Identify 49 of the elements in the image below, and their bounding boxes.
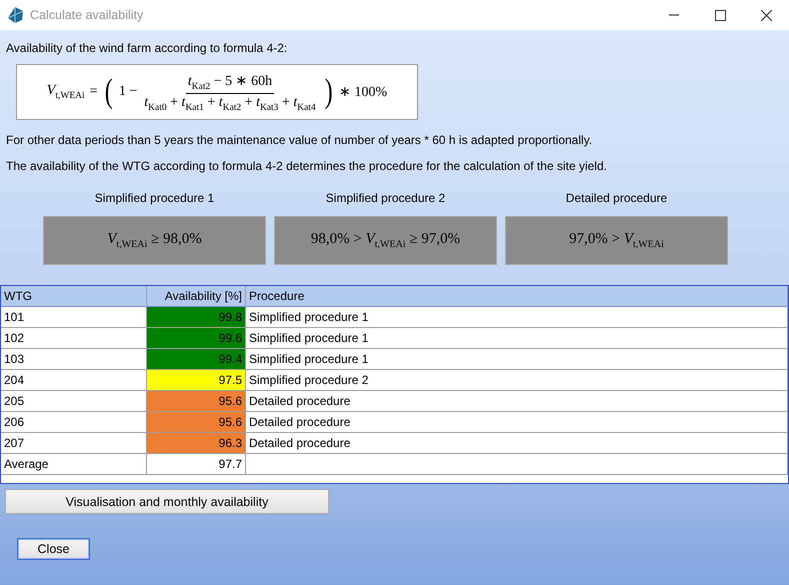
procedure-condition: 97,0% > V$_{t,WEAi}$	[505, 216, 728, 265]
table-cell: 207	[1, 433, 147, 454]
column-header[interactable]: WTG	[1, 286, 147, 307]
table-cell: 99.8	[147, 307, 246, 328]
fraction-numerator: t$_{Kat2}$ − 5 ∗ 60h	[186, 72, 274, 94]
formula-term: 1 −	[118, 84, 138, 100]
procedure-title: Simplified procedure 2	[326, 191, 446, 205]
table-cell: 99.6	[147, 328, 246, 349]
note-text: For other data periods than 5 years the maintenance value of number of years * 60 h is adapted proportionally.	[5, 132, 594, 149]
table-cell: 97.7	[147, 454, 246, 475]
table-cell: 97.5	[147, 370, 246, 391]
table-cell: Simplified procedure 1	[246, 328, 788, 349]
procedure-title: Simplified procedure 1	[94, 191, 214, 205]
table-cell: 205	[1, 391, 147, 412]
column-header[interactable]: Availability [%]	[147, 286, 246, 307]
equals-sign: =	[90, 84, 98, 100]
table-cell: 102	[1, 328, 147, 349]
table-cell: 204	[1, 370, 147, 391]
table-cell: Detailed procedure	[246, 391, 788, 412]
close-icon	[760, 10, 772, 20]
table-cell: 96.3	[147, 433, 246, 454]
procedure-condition: V$_{t,WEAi}$ ≥ 98,0%	[43, 216, 266, 265]
table-cell: 95.6	[147, 412, 246, 433]
formula-term: ∗ 100%	[339, 84, 388, 101]
table-cell: Simplified procedure 1	[246, 349, 788, 370]
close-parenthesis: )	[324, 75, 332, 109]
table-cell: 101	[1, 307, 147, 328]
intro-text: Availability of the wind farm according to formula 4-2:	[5, 40, 288, 57]
table-cell: 95.6	[147, 391, 246, 412]
procedure-condition: 98,0% > V$_{t,WEAi}$ ≥ 97,0%	[274, 216, 497, 265]
maximize-icon	[714, 10, 726, 20]
app-logo-icon	[6, 6, 24, 24]
note-text: The availability of the WTG according to formula 4-2 determines the procedure for the calculation of the site yield.	[5, 158, 608, 175]
table-cell: 103	[1, 349, 147, 370]
table-cell: Detailed procedure	[246, 412, 788, 433]
table-cell: 99.4	[147, 349, 246, 370]
fraction-denominator: t$_{Kat0}$ + t$_{Kat1}$ + t$_{Kat2}$ + t$_{Kat3}$ + t$_{Kat4}$	[143, 94, 317, 112]
table-cell: 206	[1, 412, 147, 433]
table-cell: Detailed procedure	[246, 433, 788, 454]
open-parenthesis: (	[104, 75, 112, 109]
table-cell: Simplified procedure 1	[246, 307, 788, 328]
close-button[interactable]: Close	[17, 538, 90, 560]
table-cell: Simplified procedure 2	[246, 370, 788, 391]
column-header[interactable]: Procedure	[246, 286, 788, 307]
table-cell: Average	[1, 454, 147, 475]
formula-lhs: V$_{t,WEAi}$	[46, 83, 85, 101]
window-title: Calculate availability	[30, 8, 144, 22]
procedure-title: Detailed procedure	[566, 191, 668, 205]
visualisation-button[interactable]: Visualisation and monthly availability	[5, 489, 329, 514]
